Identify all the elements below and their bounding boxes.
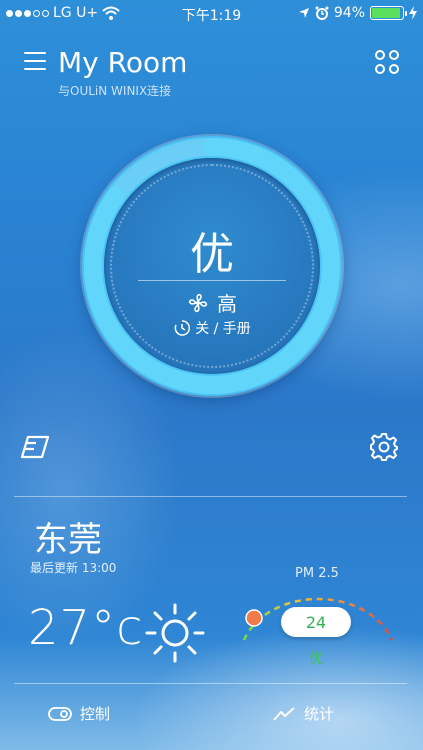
status-right: 94% <box>298 5 417 21</box>
menu-icon[interactable] <box>24 52 46 70</box>
battery-percent: 94% <box>333 5 365 21</box>
alarm-icon <box>315 6 329 20</box>
statistics-tab[interactable]: 统计 <box>272 703 334 724</box>
charging-bolt-icon <box>409 6 417 20</box>
control-tab[interactable]: 控制 <box>48 703 110 724</box>
sunny-icon <box>145 603 205 663</box>
status-bar: LG U+ 下午1:19 94% <box>0 0 423 28</box>
section-divider <box>14 496 407 497</box>
statistics-label: 统计 <box>304 705 335 723</box>
air-quality-dial[interactable]: 优 高 关 / 手册 <box>82 136 342 396</box>
pm25-value-badge: 24 <box>281 607 351 637</box>
fan-speed-label: 高 <box>217 292 237 316</box>
location-arrow-icon <box>298 8 309 18</box>
control-label: 控制 <box>80 705 111 723</box>
battery-icon <box>370 6 407 20</box>
dial-divider <box>138 280 286 281</box>
timer-row[interactable]: 关 / 手册 <box>104 318 320 338</box>
last-updated: 最后更新 13:00 <box>30 561 117 575</box>
pm25-quality: 优 <box>309 651 323 667</box>
fan-speed-row[interactable]: 高 <box>104 288 320 317</box>
dial-face: 优 高 关 / 手册 <box>104 158 320 374</box>
gear-icon[interactable] <box>369 432 399 462</box>
control-toggle-icon <box>48 706 72 721</box>
city-name: 东莞 <box>34 520 102 560</box>
timer-icon <box>174 320 191 336</box>
temperature: 27°c <box>28 600 144 656</box>
fan-icon <box>188 293 208 312</box>
bottom-divider <box>14 683 407 684</box>
app-header: My Room 与OULiN WINIX连接 <box>0 44 423 104</box>
trend-line-icon <box>273 706 295 721</box>
timer-mode-label: 关 / 手册 <box>195 321 251 337</box>
page-title: My Room <box>58 46 188 79</box>
connection-subtitle: 与OULiN WINIX连接 <box>58 84 172 98</box>
device-grid-icon[interactable] <box>375 50 399 74</box>
air-quality-value: 优 <box>190 229 234 280</box>
filter-icon[interactable] <box>20 433 52 461</box>
